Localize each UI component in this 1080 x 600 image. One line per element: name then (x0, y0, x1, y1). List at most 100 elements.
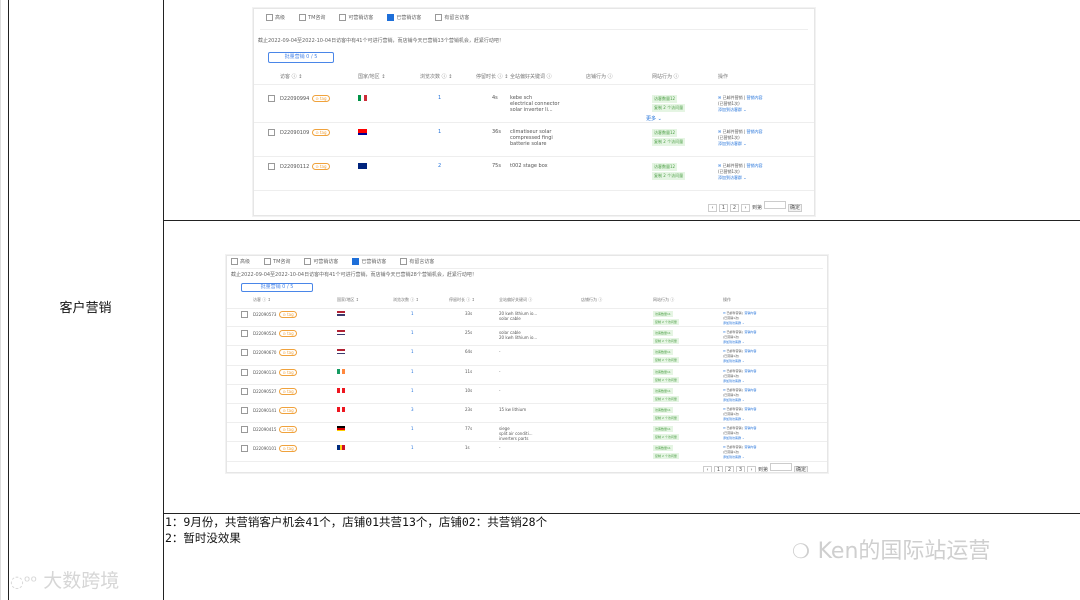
filter-option[interactable]: 有留言访客 (400, 258, 434, 265)
row-checkbox[interactable] (268, 163, 275, 170)
page-button[interactable]: ‹ (708, 204, 717, 212)
row-checkbox[interactable] (241, 330, 248, 338)
filter-checkbox[interactable] (400, 258, 408, 265)
row-checkbox[interactable] (241, 311, 248, 318)
visit-count[interactable]: 1 (411, 349, 414, 354)
column-header[interactable]: 访客 ⓘ ↕ (253, 297, 271, 303)
page-button[interactable]: ‹ (703, 466, 712, 472)
column-header[interactable]: 国家/地区 ↕ (358, 73, 385, 80)
filter-option[interactable]: 可营销访客 (339, 14, 373, 21)
pagination[interactable]: ‹ 1 2 3 › 到第 确定 (703, 463, 810, 472)
filter-option[interactable]: 已营销访客 (352, 258, 386, 265)
column-header[interactable]: 停留时长 ⓘ ↕ (449, 297, 475, 303)
filter-checkbox[interactable] (264, 258, 272, 265)
row-checkbox[interactable] (268, 129, 275, 136)
column-header[interactable]: 店铺行为 ⓘ (581, 297, 602, 303)
add-to-group-link[interactable]: 添加到访客群 ⌄ (718, 175, 763, 181)
page-button[interactable]: › (747, 466, 756, 472)
visitor-id[interactable]: D22090994 ⊙ tag (280, 95, 330, 102)
filter-option[interactable]: 高级 (231, 258, 250, 265)
column-header[interactable]: 店铺行为 ⓘ (586, 73, 613, 80)
visit-count[interactable]: 3 (411, 407, 414, 412)
visit-count[interactable]: 1 (411, 445, 414, 450)
filter-option[interactable]: TM咨询 (299, 14, 325, 21)
visitor-id[interactable]: D22090573 ⊙ tag (253, 311, 297, 318)
column-header[interactable]: 网站行为 ⓘ (652, 73, 679, 80)
marketing-content-link[interactable]: 营销内容 (744, 369, 756, 373)
batch-marketing-button[interactable]: 批量营销 0 / 5 (241, 283, 313, 292)
visitor-id[interactable]: D22090527 ⊙ tag (253, 387, 297, 395)
visit-count[interactable]: 1 (438, 129, 441, 135)
column-header[interactable]: 网站行为 ⓘ (653, 297, 674, 303)
column-header[interactable]: 全站偏好关键词 ⓘ (510, 73, 552, 80)
filter-option[interactable]: 有留言访客 (435, 14, 469, 21)
visit-count[interactable]: 1 (438, 95, 441, 101)
column-header[interactable]: 全站偏好关键词 ⓘ (499, 297, 532, 303)
confirm-button[interactable]: 确定 (794, 466, 809, 472)
marketing-content-link[interactable]: 营销内容 (744, 407, 756, 411)
row-checkbox[interactable] (241, 368, 248, 376)
visitor-id[interactable]: D22090670 ⊙ tag (253, 349, 297, 357)
page-button[interactable]: 3 (736, 466, 745, 472)
filter-checkbox[interactable] (304, 258, 312, 265)
batch-marketing-button[interactable]: 批量营销 0 / 5 (268, 52, 334, 63)
marketing-content-link[interactable]: 营销内容 (747, 129, 763, 134)
marketing-content-link[interactable]: 营销内容 (744, 349, 756, 353)
column-header[interactable]: 停留时长 ⓘ ↕ (476, 73, 508, 80)
more-link[interactable]: 更多 ⌄ (646, 115, 662, 122)
marketing-content-link[interactable]: 营销内容 (744, 445, 756, 449)
visitor-id[interactable]: D22090415 ⊙ tag (253, 426, 297, 434)
visit-count[interactable]: 1 (411, 330, 414, 335)
page-button[interactable]: 1 (719, 204, 728, 212)
column-header[interactable]: 操作 (723, 297, 731, 303)
filter-option[interactable]: 高级 (266, 14, 285, 21)
pagination[interactable]: ‹ 1 2 › 到第 确定 (708, 201, 804, 212)
filter-checkbox[interactable] (387, 14, 395, 21)
visitor-id[interactable]: D22090112 ⊙ tag (280, 163, 330, 170)
page-button[interactable]: › (741, 204, 750, 212)
visitor-id[interactable]: D22090141 ⊙ tag (253, 407, 297, 414)
marketing-content-link[interactable]: 营销内容 (744, 330, 756, 334)
visit-count[interactable]: 1 (411, 388, 414, 393)
page-button[interactable]: 2 (730, 204, 739, 212)
column-header[interactable]: 访客 ⓘ ↕ (280, 73, 302, 80)
row-checkbox[interactable] (241, 445, 248, 453)
confirm-button[interactable]: 确定 (788, 204, 803, 212)
filter-checkbox[interactable] (266, 14, 273, 21)
add-to-group-link[interactable]: 添加到访客群 ⌄ (718, 141, 763, 147)
visit-count[interactable]: 1 (411, 426, 414, 431)
row-checkbox[interactable] (241, 349, 248, 357)
row-checkbox[interactable] (241, 387, 248, 395)
page-button[interactable]: 1 (714, 466, 723, 472)
marketing-content-link[interactable]: 营销内容 (744, 388, 756, 392)
visitor-id[interactable]: D22090524 ⊙ tag (253, 330, 297, 338)
visit-count[interactable]: 1 (411, 311, 414, 316)
visit-count[interactable]: 1 (411, 369, 414, 374)
filter-checkbox[interactable] (352, 258, 360, 265)
row-checkbox[interactable] (241, 426, 248, 434)
column-header[interactable]: 浏览次数 ⓘ ↕ (393, 297, 419, 303)
column-header[interactable]: 国家/地区 ↕ (337, 297, 359, 303)
visit-count[interactable]: 2 (438, 163, 441, 169)
row-checkbox[interactable] (241, 407, 248, 414)
filter-option[interactable]: TM咨询 (264, 258, 290, 265)
row-checkbox[interactable] (268, 95, 275, 102)
filter-checkbox[interactable] (339, 14, 347, 21)
filter-option[interactable]: 已营销访客 (387, 14, 421, 21)
page-button[interactable]: 2 (725, 466, 734, 472)
filter-checkbox[interactable] (231, 258, 238, 265)
visitor-id[interactable]: D22090133 ⊙ tag (253, 368, 297, 376)
column-header[interactable]: 操作 (718, 73, 728, 80)
filter-checkbox[interactable] (299, 14, 307, 21)
marketing-content-link[interactable]: 营销内容 (747, 163, 763, 168)
goto-input[interactable] (764, 201, 787, 209)
marketing-content-link[interactable]: 营销内容 (744, 311, 756, 315)
visitor-id[interactable]: D22090109 ⊙ tag (280, 129, 330, 136)
marketing-content-link[interactable]: 营销内容 (744, 426, 756, 430)
goto-input[interactable] (770, 463, 793, 471)
filter-checkbox[interactable] (435, 14, 443, 21)
column-header[interactable]: 浏览次数 ⓘ ↕ (420, 73, 452, 80)
add-to-group-link[interactable]: 添加到访客群 ⌄ (718, 107, 763, 113)
visitor-id[interactable]: D22090101 ⊙ tag (253, 445, 297, 453)
filter-option[interactable]: 可营销访客 (304, 258, 338, 265)
